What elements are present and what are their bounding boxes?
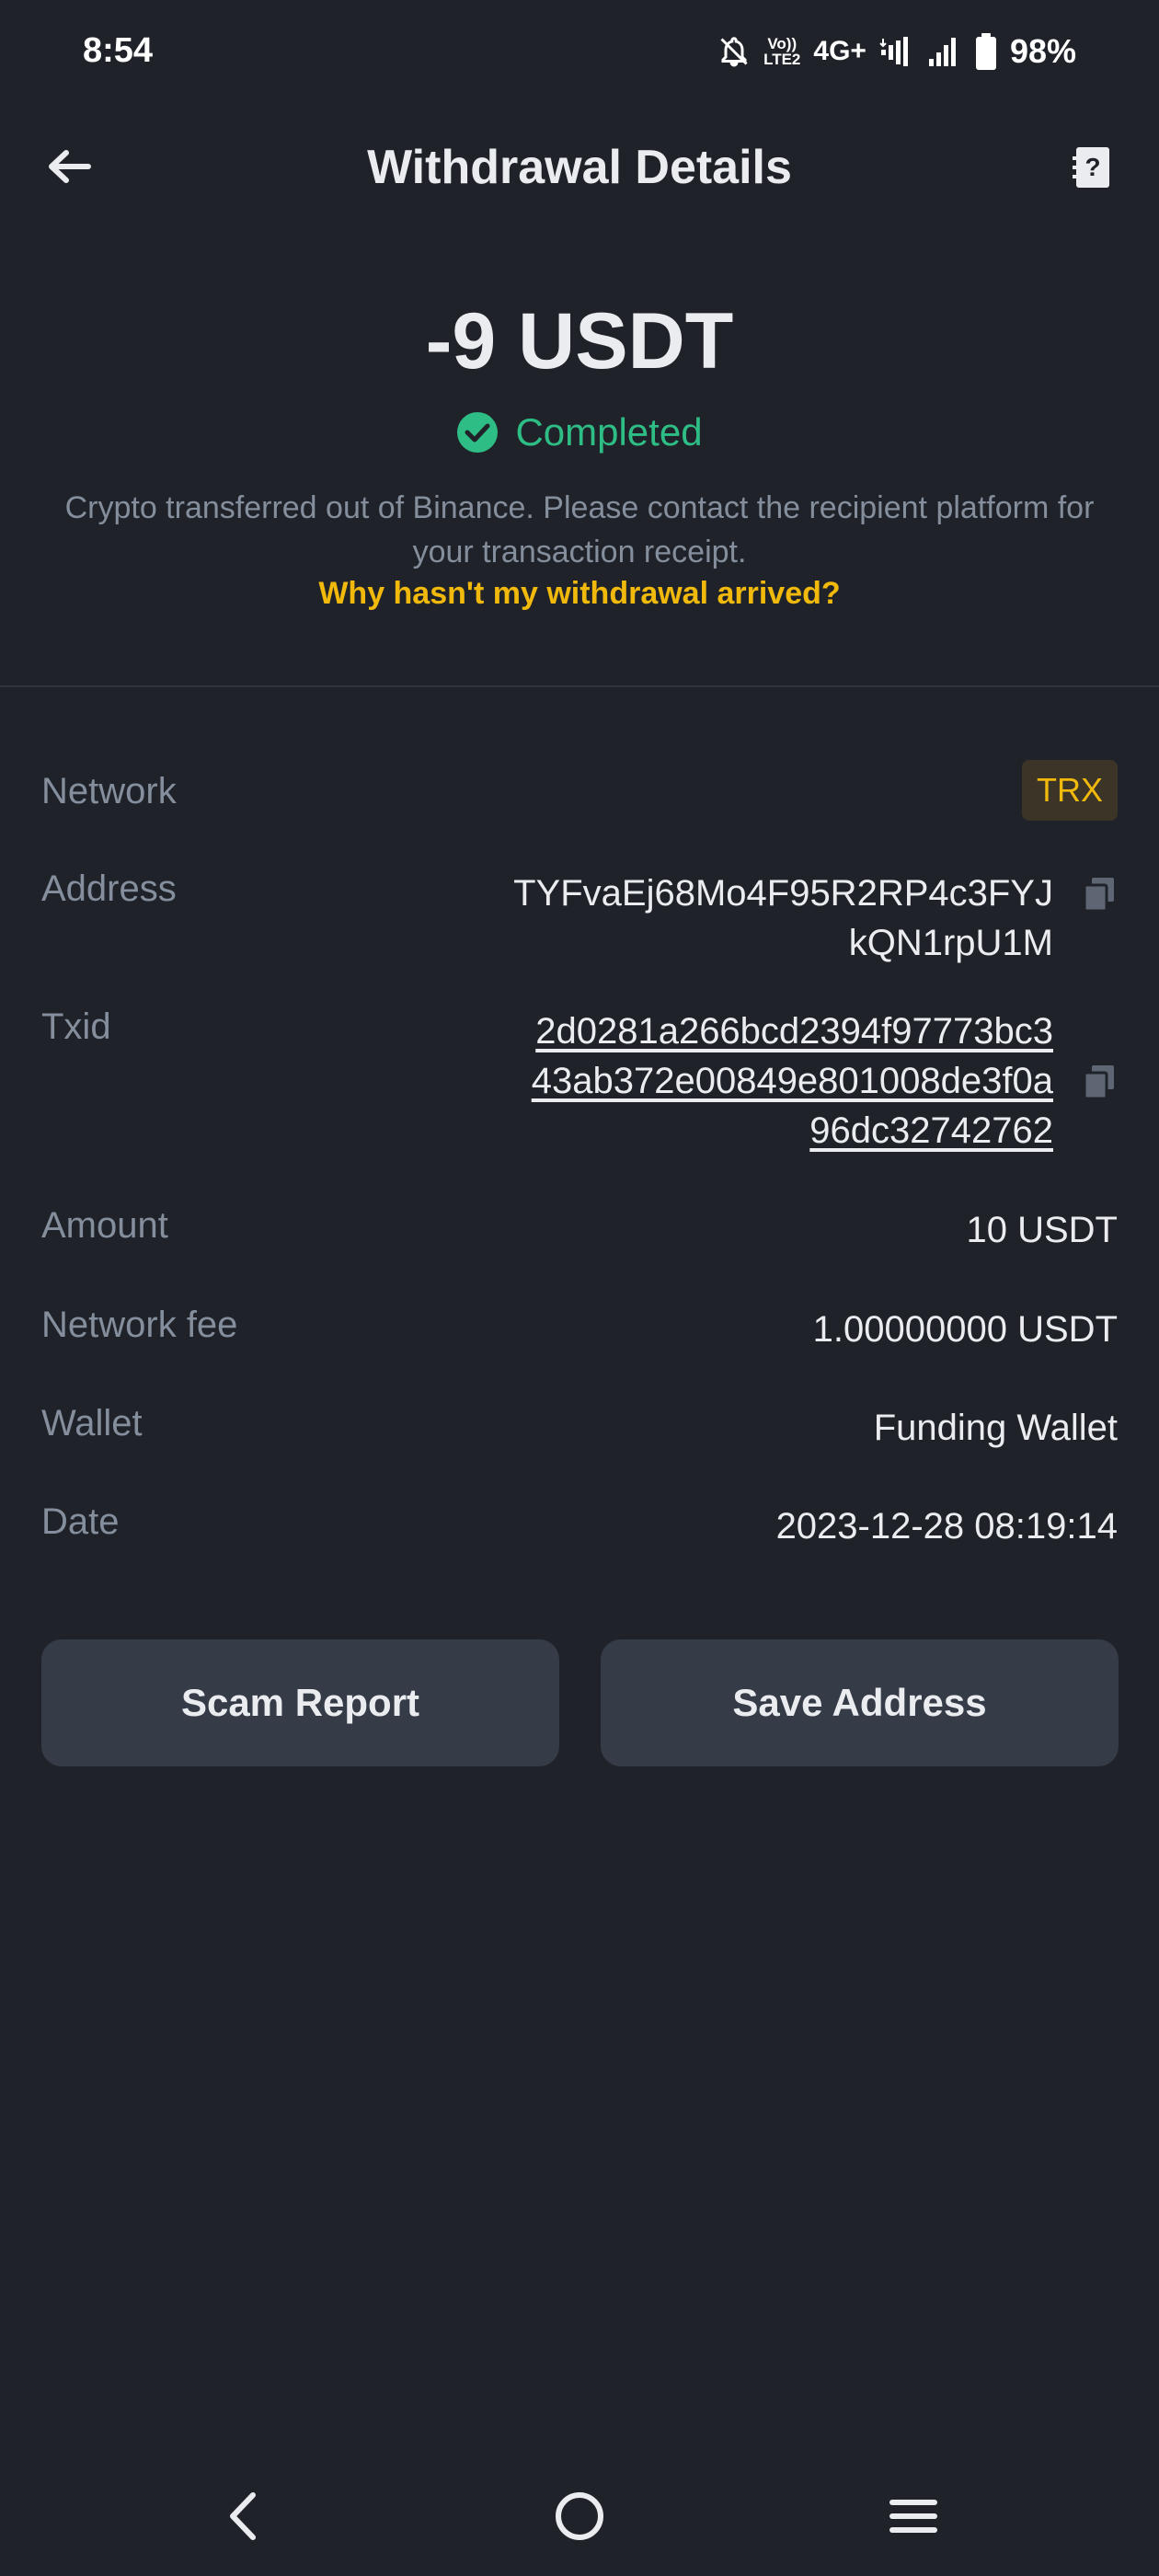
nav-home-icon — [556, 2492, 603, 2540]
txid-line: 96dc32742762 — [809, 1110, 1053, 1151]
amount-label: Amount — [41, 1205, 168, 1246]
nav-menu-button[interactable] — [881, 2484, 946, 2548]
scam-report-button[interactable]: Scam Report — [41, 1639, 559, 1766]
nav-home-button[interactable] — [547, 2484, 612, 2548]
nav-menu-icon — [889, 2500, 937, 2533]
status-text: Completed — [515, 410, 703, 454]
amount-value: 10 USDT — [966, 1210, 1119, 1250]
status-icons: Vo)) LTE2 4G+ 98% — [717, 29, 1076, 74]
address-line: TYFvaEj68Mo4F95R2RP4c3FYJ — [513, 873, 1053, 914]
system-nav-bar — [0, 2456, 1159, 2576]
txid-line: 2d0281a266bcd2394f97773bc3 — [535, 1011, 1053, 1052]
status-time: 8:54 — [83, 31, 154, 70]
network-fee-label: Network fee — [41, 1305, 238, 1345]
page-title: Withdrawal Details — [367, 141, 792, 194]
mute-icon — [717, 35, 751, 68]
volte-indicator: Vo)) LTE2 — [763, 36, 800, 67]
status-bar: 8:54 Vo)) LTE2 4G+ 98% — [0, 0, 1159, 107]
txid-line: 43ab372e00849e801008de3f0a — [531, 1061, 1053, 1101]
date-value: 2023-12-28 08:19:14 — [775, 1506, 1118, 1547]
volte-bottom: LTE2 — [763, 51, 801, 68]
address-label: Address — [41, 868, 177, 909]
svg-text:?: ? — [1084, 153, 1100, 181]
address-line: kQN1rpU1M — [848, 923, 1053, 963]
help-document-icon: ? — [1073, 147, 1109, 188]
divider — [0, 685, 1159, 687]
battery-icon — [975, 33, 997, 70]
date-label: Date — [41, 1501, 120, 1542]
copy-icon[interactable] — [1081, 876, 1118, 913]
status-row: Completed — [0, 410, 1159, 454]
nav-back-button[interactable] — [212, 2484, 276, 2548]
header: Withdrawal Details ? — [0, 107, 1159, 232]
wallet-value: Funding Wallet — [873, 1408, 1118, 1448]
network-label: Network — [41, 771, 177, 811]
help-button[interactable]: ? — [1063, 138, 1122, 197]
check-circle-icon — [457, 412, 499, 453]
address-value: TYFvaEj68Mo4F95R2RP4c3FYJ kQN1rpU1M — [513, 868, 1053, 968]
screen: 8:54 Vo)) LTE2 4G+ 98% Withdrawal Detail… — [0, 0, 1159, 2576]
wallet-label: Wallet — [41, 1403, 143, 1443]
signal-icon — [879, 35, 914, 68]
status-description: Crypto transferred out of Binance. Pleas… — [64, 490, 1095, 569]
txid-value[interactable]: 2d0281a266bcd2394f97773bc3 43ab372e00849… — [532, 1006, 1053, 1156]
signal-icon-2 — [927, 35, 962, 68]
save-address-button[interactable]: Save Address — [601, 1639, 1119, 1766]
withdrawal-amount: -9 USDT — [425, 297, 734, 385]
withdrawal-help-link[interactable]: Why hasn't my withdrawal arrived? — [0, 576, 1159, 612]
nav-back-icon — [230, 2492, 256, 2540]
copy-icon[interactable] — [1081, 1064, 1118, 1100]
txid-label: Txid — [41, 1006, 111, 1047]
battery-percent: 98% — [1009, 32, 1076, 70]
network-fee-value: 1.00000000 USDT — [812, 1309, 1118, 1350]
network-badge: TRX — [1022, 760, 1118, 821]
network-type: 4G+ — [813, 36, 866, 66]
